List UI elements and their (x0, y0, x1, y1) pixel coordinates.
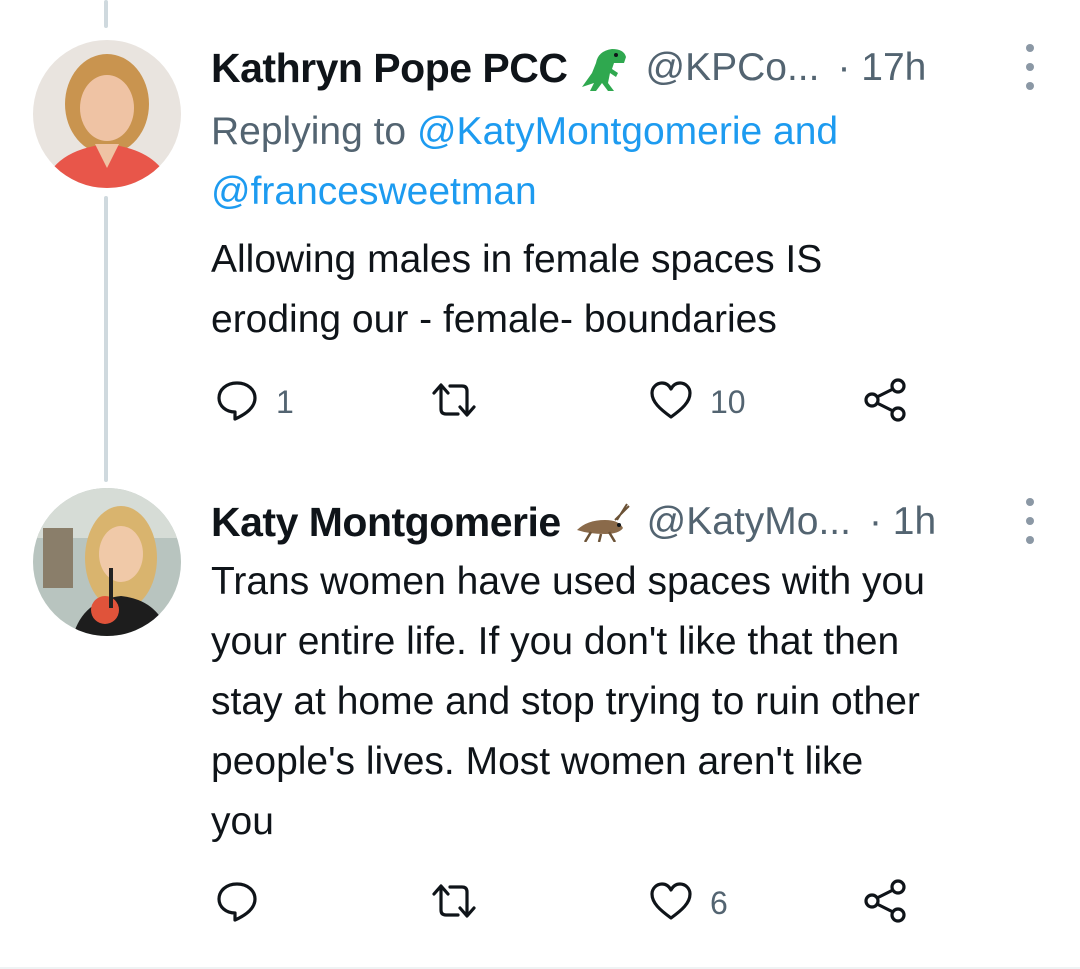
like-count: 6 (710, 884, 728, 921)
like-button[interactable]: 6 (648, 873, 728, 933)
share-button[interactable] (862, 873, 910, 933)
reply-count: 1 (276, 383, 294, 420)
timestamp[interactable]: · 17h (837, 46, 926, 90)
tweet-text-line: your entire life. If you don't like that… (211, 620, 900, 663)
mention-link[interactable]: @francesweetman (211, 170, 537, 213)
reply-icon (214, 377, 260, 428)
display-name[interactable]: Katy Montgomerie (211, 499, 561, 546)
retweet-button[interactable] (428, 372, 496, 432)
tweet-text-line: Allowing males in female spaces IS (211, 238, 823, 281)
avatar[interactable] (33, 40, 181, 188)
mention-link[interactable]: @KatyMontgomerie (417, 110, 762, 153)
avatar[interactable] (33, 488, 181, 636)
more-options-icon[interactable] (1020, 44, 1040, 90)
more-options-icon[interactable] (1020, 498, 1040, 544)
tweet-text-line: eroding our - female- boundaries (211, 298, 777, 341)
replying-to: Replying to @KatyMontgomerie and @france… (211, 102, 1020, 222)
timestamp[interactable]: · 1h (869, 500, 936, 544)
user-handle[interactable]: @KPCo... (646, 46, 820, 90)
t-rex-icon (578, 43, 630, 93)
like-count: 10 (710, 383, 746, 420)
replying-to-label: Replying to (211, 110, 407, 153)
tweet-header: Katy Montgomerie @KatyMo... · 1h (211, 492, 1010, 552)
share-icon (862, 877, 910, 930)
tweet-text-line: people's lives. Most women aren't like (211, 740, 864, 783)
tweet[interactable]: Kathryn Pope PCC @KPCo... · 17h Replying… (0, 0, 1080, 470)
tweet-actions: 6 (0, 873, 1080, 933)
tweet-text-line: stay at home and stop trying to ruin oth… (211, 680, 920, 723)
share-icon (862, 376, 910, 429)
tweet-text-line: you (211, 800, 274, 843)
like-button[interactable]: 10 (648, 372, 746, 432)
mention-and-text: and (762, 110, 839, 153)
reply-button[interactable]: 1 (214, 372, 294, 432)
tweet-text: Trans women have used spaces with you yo… (211, 552, 1040, 852)
retweet-icon (428, 377, 480, 428)
user-handle[interactable]: @KatyMo... (647, 500, 851, 544)
display-name[interactable]: Kathryn Pope PCC (211, 45, 568, 92)
retweet-button[interactable] (428, 873, 496, 933)
cricket-icon (571, 502, 631, 542)
tweet-text: Allowing males in female spaces IS erodi… (211, 230, 1040, 350)
reply-button[interactable] (214, 873, 276, 933)
heart-icon (648, 878, 694, 929)
tweet-actions: 1 10 (0, 372, 1080, 432)
heart-icon (648, 377, 694, 428)
reply-icon (214, 878, 260, 929)
tweet-text-line: Trans women have used spaces with you (211, 560, 925, 603)
retweet-icon (428, 878, 480, 929)
tweet-header: Kathryn Pope PCC @KPCo... · 17h (211, 38, 1010, 98)
share-button[interactable] (862, 372, 910, 432)
tweet[interactable]: Katy Montgomerie @KatyMo... · 1h Trans w… (0, 470, 1080, 969)
